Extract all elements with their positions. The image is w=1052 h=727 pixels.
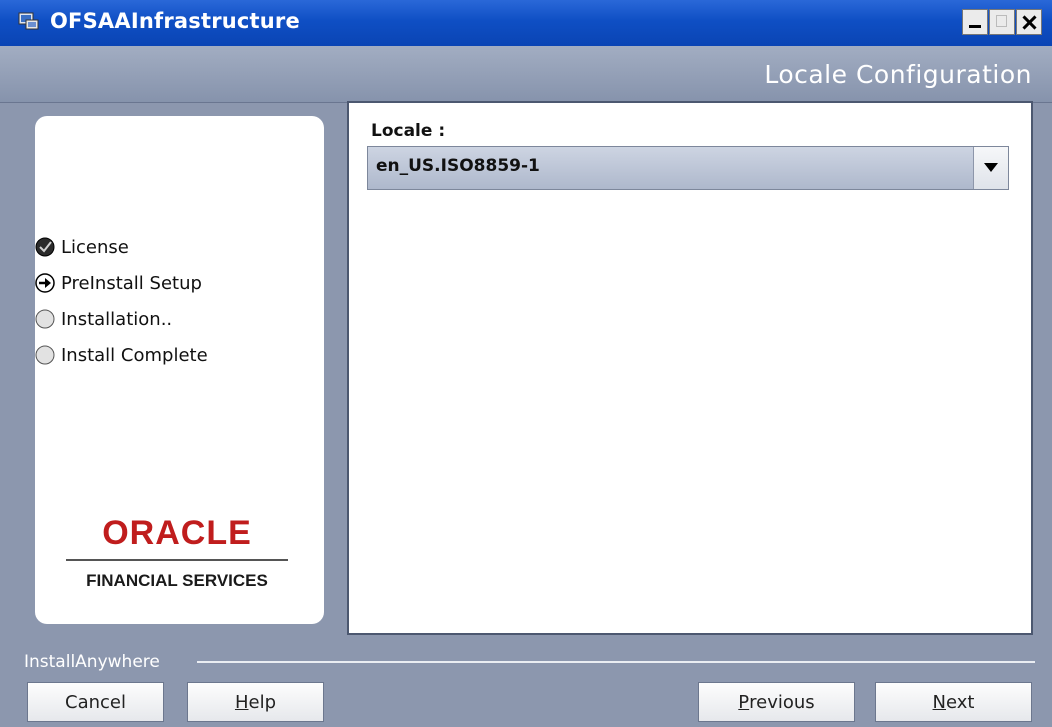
help-mnemonic: H <box>234 691 249 713</box>
steps-panel: License PreInstall Setup Installation.. … <box>35 116 324 624</box>
previous-button-label: revious <box>749 691 815 713</box>
previous-mnemonic: P <box>738 691 750 713</box>
step-label: Install Complete <box>61 344 208 366</box>
app-icon <box>18 12 39 30</box>
step-label: PreInstall Setup <box>61 272 202 294</box>
content-panel: Locale : en_US.ISO8859-1 <box>347 101 1033 635</box>
arrow-circle-icon <box>35 273 55 293</box>
footer-divider <box>197 661 1035 663</box>
minimize-button[interactable] <box>962 9 988 35</box>
step-label: Installation.. <box>61 308 173 330</box>
step-installation: Installation.. <box>35 305 172 333</box>
locale-selected-value: en_US.ISO8859-1 <box>376 156 540 176</box>
step-install-complete: Install Complete <box>35 341 208 369</box>
locale-dropdown[interactable]: en_US.ISO8859-1 <box>367 146 1009 190</box>
installanywhere-label: InstallAnywhere <box>24 652 160 672</box>
maximize-button[interactable] <box>989 9 1015 35</box>
close-button[interactable] <box>1016 9 1042 35</box>
title-bar[interactable]: OFSAAInfrastructure <box>0 0 1052 46</box>
next-mnemonic: N <box>932 691 946 713</box>
next-button[interactable]: Next <box>875 682 1032 722</box>
header-band: Locale Configuration <box>0 46 1052 103</box>
check-circle-icon <box>35 237 55 257</box>
locale-label: Locale : <box>371 121 446 141</box>
previous-button[interactable]: Previous <box>698 682 855 722</box>
page-title: Locale Configuration <box>764 60 1032 89</box>
oracle-financial-services-logo: ORACLE FINANCIAL SERVICES <box>66 514 288 591</box>
empty-circle-icon <box>35 345 55 365</box>
window-title: OFSAAInfrastructure <box>50 9 300 33</box>
help-button-label: elp <box>248 691 277 713</box>
cancel-button-label: Cancel <box>65 691 126 713</box>
empty-circle-icon <box>35 309 55 329</box>
logo-subtitle: FINANCIAL SERVICES <box>86 571 268 590</box>
cancel-button[interactable]: Cancel <box>27 682 164 722</box>
step-preinstall-setup: PreInstall Setup <box>35 269 202 297</box>
step-license: License <box>35 233 129 261</box>
step-label: License <box>61 236 129 258</box>
installer-window: OFSAAInfrastructure Locale Configuration… <box>0 0 1052 727</box>
logo-divider <box>66 559 288 561</box>
dropdown-arrow-icon[interactable] <box>973 147 1008 189</box>
help-button[interactable]: Help <box>187 682 324 722</box>
next-button-label: ext <box>946 691 975 713</box>
oracle-wordmark: ORACLE <box>102 514 252 552</box>
